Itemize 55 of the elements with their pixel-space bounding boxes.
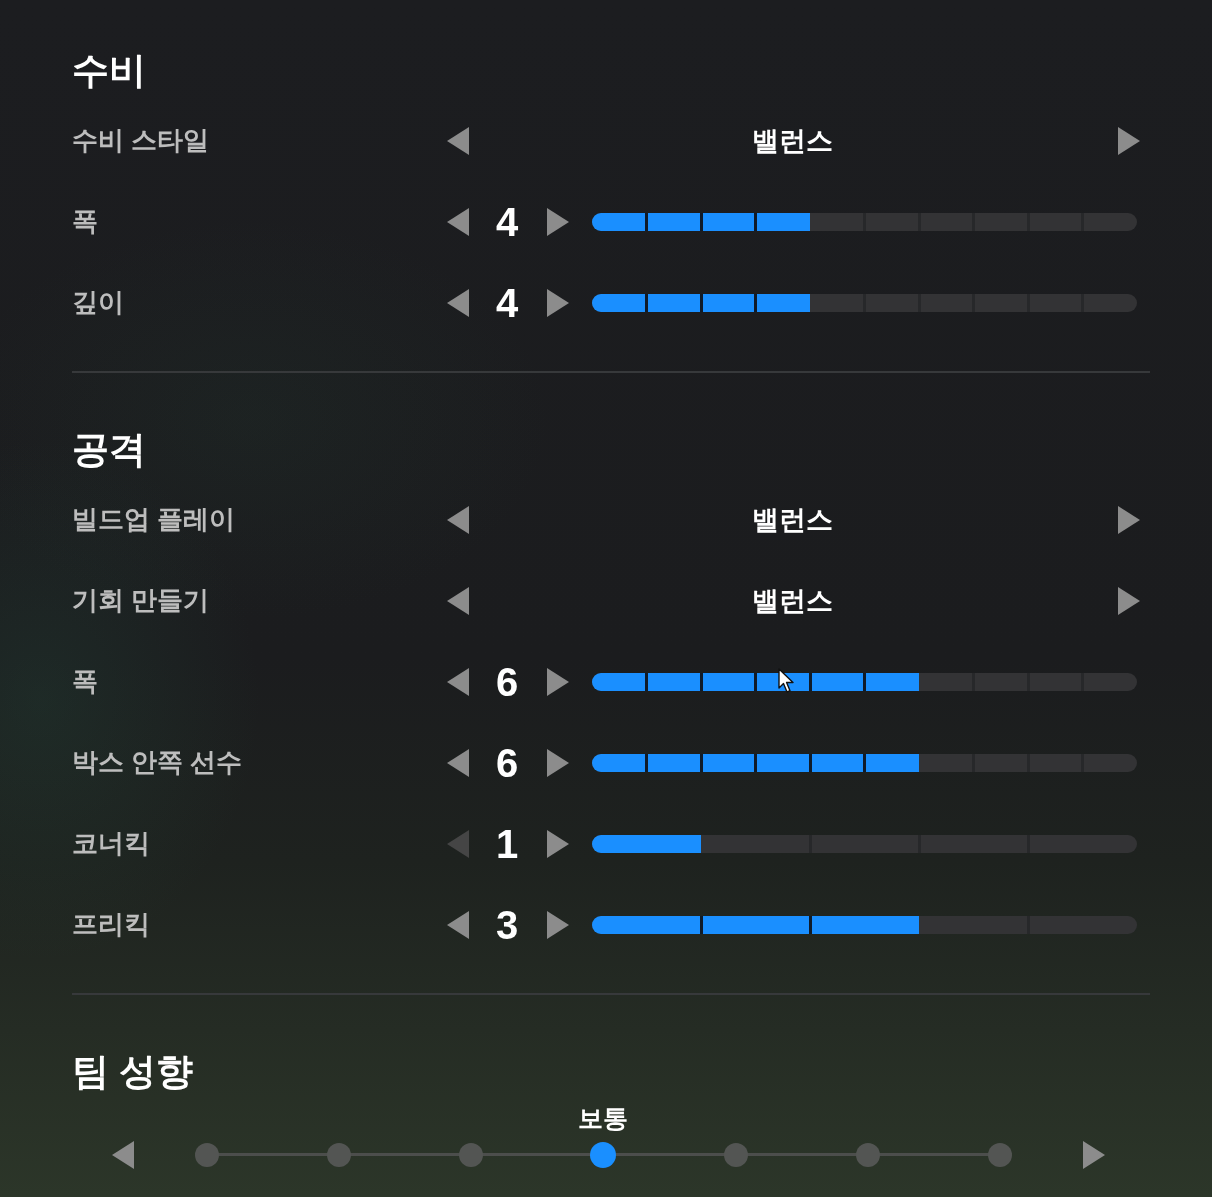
setting-label: 프리킥 <box>72 908 151 941</box>
slider-stop[interactable] <box>590 1142 617 1168</box>
right-arrow-icon[interactable] <box>1118 586 1140 615</box>
setting-number: 6 <box>495 739 519 786</box>
setting-label: 기회 만들기 <box>72 584 211 617</box>
right-arrow-icon[interactable] <box>547 207 569 236</box>
left-arrow-icon[interactable] <box>447 288 469 317</box>
right-arrow-icon[interactable] <box>1083 1141 1105 1169</box>
right-arrow-icon[interactable] <box>1118 126 1140 155</box>
right-arrow-icon[interactable] <box>1118 505 1140 534</box>
right-arrow-icon[interactable] <box>547 667 569 696</box>
slider-value-label: 보통 <box>578 1102 629 1134</box>
left-arrow-icon[interactable] <box>447 586 469 615</box>
setting-number: 3 <box>495 901 519 948</box>
setting-number: 4 <box>495 279 519 326</box>
setting-label: 코너킥 <box>72 827 151 860</box>
left-arrow-icon[interactable] <box>447 748 469 777</box>
right-arrow-icon[interactable] <box>547 288 569 317</box>
setting-value: 밸런스 <box>752 124 833 158</box>
slider-stop[interactable] <box>327 1143 352 1167</box>
segment-bar-track[interactable] <box>592 672 1137 691</box>
slider-stop[interactable] <box>459 1143 484 1167</box>
mouse-pointer-icon <box>778 668 796 694</box>
setting-number: 6 <box>495 658 519 705</box>
left-arrow-icon[interactable] <box>447 207 469 236</box>
setting-value: 밸런스 <box>752 503 833 537</box>
segment-bar-track[interactable] <box>592 834 1137 853</box>
segment-bar-track[interactable] <box>592 293 1137 312</box>
left-arrow-icon[interactable] <box>447 505 469 534</box>
setting-label: 박스 안쪽 선수 <box>72 746 244 779</box>
setting-value: 밸런스 <box>752 584 833 618</box>
setting-number: 4 <box>495 198 519 245</box>
setting-label: 빌드업 플레이 <box>72 503 237 536</box>
section-heading: 공격 <box>72 428 146 472</box>
setting-label: 폭 <box>72 665 99 698</box>
setting-number: 1 <box>495 820 519 867</box>
left-arrow-icon[interactable] <box>447 126 469 155</box>
left-arrow-icon[interactable] <box>447 910 469 939</box>
slider-stop[interactable] <box>855 1143 880 1167</box>
left-arrow-icon[interactable] <box>112 1141 134 1169</box>
section-heading: 팀 성향 <box>72 1050 194 1094</box>
slider-stop[interactable] <box>987 1143 1012 1167</box>
setting-label: 수비 스타일 <box>72 124 211 157</box>
slider-stop[interactable] <box>195 1143 219 1167</box>
right-arrow-icon[interactable] <box>547 748 569 777</box>
left-arrow-icon[interactable] <box>447 667 469 696</box>
segment-bar-track[interactable] <box>592 753 1137 772</box>
setting-label: 깊이 <box>72 286 125 319</box>
right-arrow-icon[interactable] <box>547 829 569 858</box>
slider-stop[interactable] <box>723 1143 748 1167</box>
right-arrow-icon[interactable] <box>547 910 569 939</box>
setting-label: 폭 <box>72 205 99 238</box>
segment-bar-track[interactable] <box>592 212 1137 231</box>
section-heading: 수비 <box>72 49 146 93</box>
segment-bar-track[interactable] <box>592 915 1137 934</box>
